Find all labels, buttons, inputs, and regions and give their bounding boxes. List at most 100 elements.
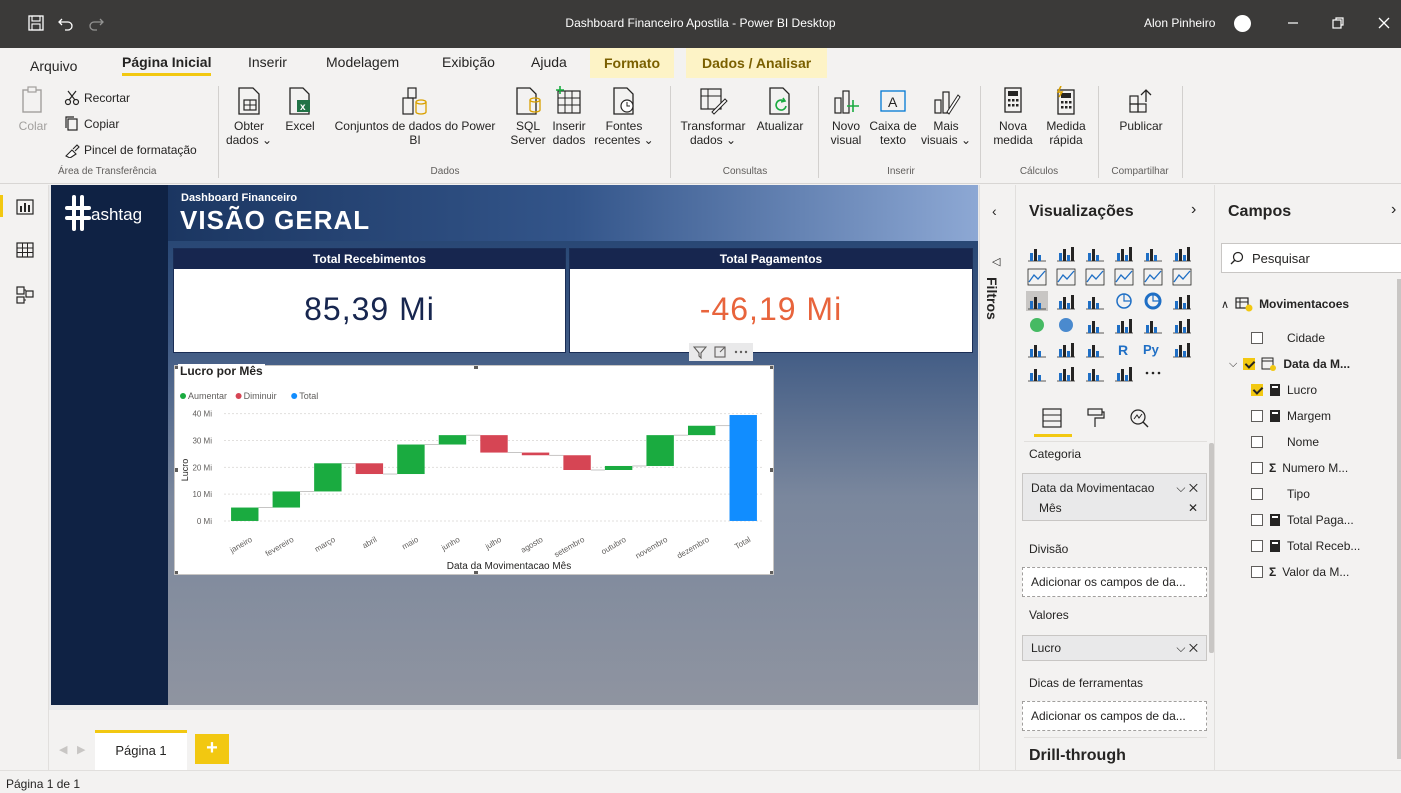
data-view-icon[interactable] bbox=[15, 240, 35, 260]
field-checkbox[interactable] bbox=[1251, 332, 1263, 344]
qa-visual-icon[interactable] bbox=[1055, 363, 1077, 383]
python-visual-icon[interactable]: Py bbox=[1142, 339, 1164, 359]
avatar[interactable] bbox=[1234, 15, 1251, 32]
field-item[interactable]: Lucro bbox=[1215, 377, 1401, 403]
field-checkbox[interactable] bbox=[1243, 358, 1256, 370]
line-clustered-visual-icon[interactable] bbox=[1142, 267, 1164, 287]
fields-scrollbar[interactable] bbox=[1397, 279, 1401, 759]
page-tab-1[interactable]: Página 1 bbox=[95, 730, 187, 770]
analytics-magnifier-icon[interactable] bbox=[1128, 407, 1150, 429]
chart-lucro-por-mes[interactable]: Lucro por Mês Aumentar Diminuir Total 0 Mi 1… bbox=[174, 343, 774, 575]
funnel-visual-icon[interactable] bbox=[1055, 291, 1077, 311]
ribbon-visual-icon[interactable] bbox=[1171, 267, 1193, 287]
matrix-visual-icon[interactable] bbox=[1084, 339, 1106, 359]
categoria-well[interactable]: Data da Movimentacao ⌵ ✕ Mês ✕ bbox=[1022, 473, 1207, 521]
remove-field-icon[interactable]: ⌵ ✕ bbox=[1176, 641, 1198, 656]
table-visual-icon[interactable] bbox=[1055, 339, 1077, 359]
page-prev-icon[interactable]: ◀ bbox=[59, 743, 67, 756]
field-checkbox[interactable] bbox=[1251, 384, 1263, 396]
field-checkbox[interactable] bbox=[1251, 566, 1263, 578]
tab-arquivo[interactable]: Arquivo bbox=[30, 58, 77, 74]
valores-well[interactable]: Lucro ⌵ ✕ bbox=[1022, 635, 1207, 661]
r-script-visual-icon[interactable]: R bbox=[1113, 339, 1135, 359]
sql-server-button[interactable]: SQL Server bbox=[508, 86, 548, 147]
donut-visual-icon[interactable] bbox=[1142, 291, 1164, 311]
minimize-icon[interactable] bbox=[1283, 13, 1303, 33]
get-data-button[interactable]: Obter dados ⌄ bbox=[225, 86, 273, 147]
more-options-icon[interactable] bbox=[733, 345, 749, 359]
field-item[interactable]: Tipo bbox=[1215, 481, 1401, 507]
search-input[interactable]: Pesquisar bbox=[1252, 251, 1310, 266]
publish-button[interactable]: Publicar bbox=[1110, 86, 1172, 133]
divisao-well[interactable]: Adicionar os campos de da... bbox=[1022, 567, 1207, 597]
more-visual-icon[interactable] bbox=[1142, 363, 1164, 383]
field-item[interactable]: Nome bbox=[1215, 429, 1401, 455]
filters-pane[interactable]: ‹ ◁ Filtros bbox=[979, 185, 1015, 770]
focus-mode-icon[interactable] bbox=[713, 345, 727, 359]
more-visuals-button[interactable]: Mais visuais ⌄ bbox=[920, 86, 972, 147]
field-item[interactable]: Cidade bbox=[1215, 325, 1401, 351]
tab-pagina-inicial[interactable]: Página Inicial bbox=[122, 54, 212, 76]
format-paint-roller-icon[interactable] bbox=[1084, 407, 1106, 429]
field-checkbox[interactable] bbox=[1251, 410, 1263, 422]
power-bi-datasets-button[interactable]: Conjuntos de dados do Power BI bbox=[326, 86, 504, 147]
tooltips-well[interactable]: Adicionar os campos de da... bbox=[1022, 701, 1207, 731]
recent-sources-button[interactable]: Fontes recentes ⌄ bbox=[592, 86, 656, 147]
remove-field-icon[interactable]: ⌵ ✕ bbox=[1176, 481, 1198, 496]
waterfall-visual-icon[interactable] bbox=[1026, 291, 1048, 311]
copy-button[interactable]: Copiar bbox=[64, 116, 119, 132]
excel-button[interactable]: x Excel bbox=[284, 86, 316, 133]
100-bar-visual-icon[interactable] bbox=[1142, 243, 1164, 263]
tab-ajuda[interactable]: Ajuda bbox=[531, 54, 567, 70]
tab-inserir[interactable]: Inserir bbox=[248, 54, 287, 70]
fields-search[interactable]: Pesquisar bbox=[1221, 243, 1401, 273]
field-item[interactable]: Σ Valor da M... bbox=[1215, 559, 1401, 585]
tab-modelagem[interactable]: Modelagem bbox=[326, 54, 399, 70]
page-next-icon[interactable]: ▶ bbox=[77, 743, 85, 756]
chevron-down-icon[interactable]: ⌵ bbox=[1229, 358, 1237, 371]
paginated-visual-icon[interactable] bbox=[1113, 363, 1135, 383]
add-page-button[interactable]: + bbox=[195, 734, 229, 764]
fields-tab-icon[interactable] bbox=[1041, 407, 1063, 429]
pie-visual-icon[interactable] bbox=[1113, 291, 1135, 311]
field-checkbox[interactable] bbox=[1251, 436, 1263, 448]
line-visual-icon[interactable] bbox=[1026, 267, 1048, 287]
field-item[interactable]: ⌵ Data da M... bbox=[1215, 351, 1401, 377]
stacked-column-visual-icon[interactable] bbox=[1055, 243, 1077, 263]
clustered-bar-visual-icon[interactable] bbox=[1084, 243, 1106, 263]
new-measure-button[interactable]: Nova medida bbox=[984, 86, 1042, 147]
card-total-pagamentos[interactable]: Total Pagamentos -46,19 Mi bbox=[569, 248, 973, 353]
smart-narrative-visual-icon[interactable] bbox=[1084, 363, 1106, 383]
map-visual-icon[interactable] bbox=[1026, 315, 1048, 335]
close-icon[interactable] bbox=[1374, 13, 1394, 33]
table-movimentacoes[interactable]: ∧ Movimentacoes bbox=[1215, 291, 1401, 317]
tab-exibicao[interactable]: Exibição bbox=[442, 54, 495, 70]
filled-map-visual-icon[interactable] bbox=[1055, 315, 1077, 335]
card-visual-icon[interactable] bbox=[1113, 315, 1135, 335]
key-influencers-visual-icon[interactable] bbox=[1171, 339, 1193, 359]
collapse-left-icon[interactable]: ‹ bbox=[992, 203, 997, 219]
remove-field-icon[interactable]: ✕ bbox=[1188, 501, 1198, 515]
gauge-visual-icon[interactable] bbox=[1084, 315, 1106, 335]
field-item[interactable]: Total Paga... bbox=[1215, 507, 1401, 533]
field-checkbox[interactable] bbox=[1251, 540, 1263, 552]
stacked-bar-visual-icon[interactable] bbox=[1026, 243, 1048, 263]
scatter-visual-icon[interactable] bbox=[1084, 291, 1106, 311]
area-visual-icon[interactable] bbox=[1055, 267, 1077, 287]
quick-measure-button[interactable]: Medida rápida bbox=[1040, 86, 1092, 147]
format-painter-button[interactable]: Pincel de formatação bbox=[64, 142, 197, 158]
decomposition-tree-visual-icon[interactable] bbox=[1026, 363, 1048, 383]
transform-data-button[interactable]: Transformar dados ⌄ bbox=[676, 86, 750, 147]
tab-formato[interactable]: Formato bbox=[590, 48, 674, 78]
card-total-recebimentos[interactable]: Total Recebimentos 85,39 Mi bbox=[173, 248, 566, 353]
slicer-visual-icon[interactable] bbox=[1026, 339, 1048, 359]
text-box-button[interactable]: A Caixa de texto bbox=[866, 86, 920, 147]
multi-row-card-visual-icon[interactable] bbox=[1142, 315, 1164, 335]
filter-icon[interactable] bbox=[693, 345, 707, 359]
tab-dados-analisar[interactable]: Dados / Analisar bbox=[686, 48, 828, 78]
report-view-icon[interactable] bbox=[15, 197, 35, 217]
new-visual-button[interactable]: Novo visual bbox=[826, 86, 866, 147]
collapse-viz-icon[interactable]: › bbox=[1191, 201, 1196, 219]
chevron-up-icon[interactable]: ∧ bbox=[1221, 298, 1229, 311]
clustered-column-visual-icon[interactable] bbox=[1113, 243, 1135, 263]
